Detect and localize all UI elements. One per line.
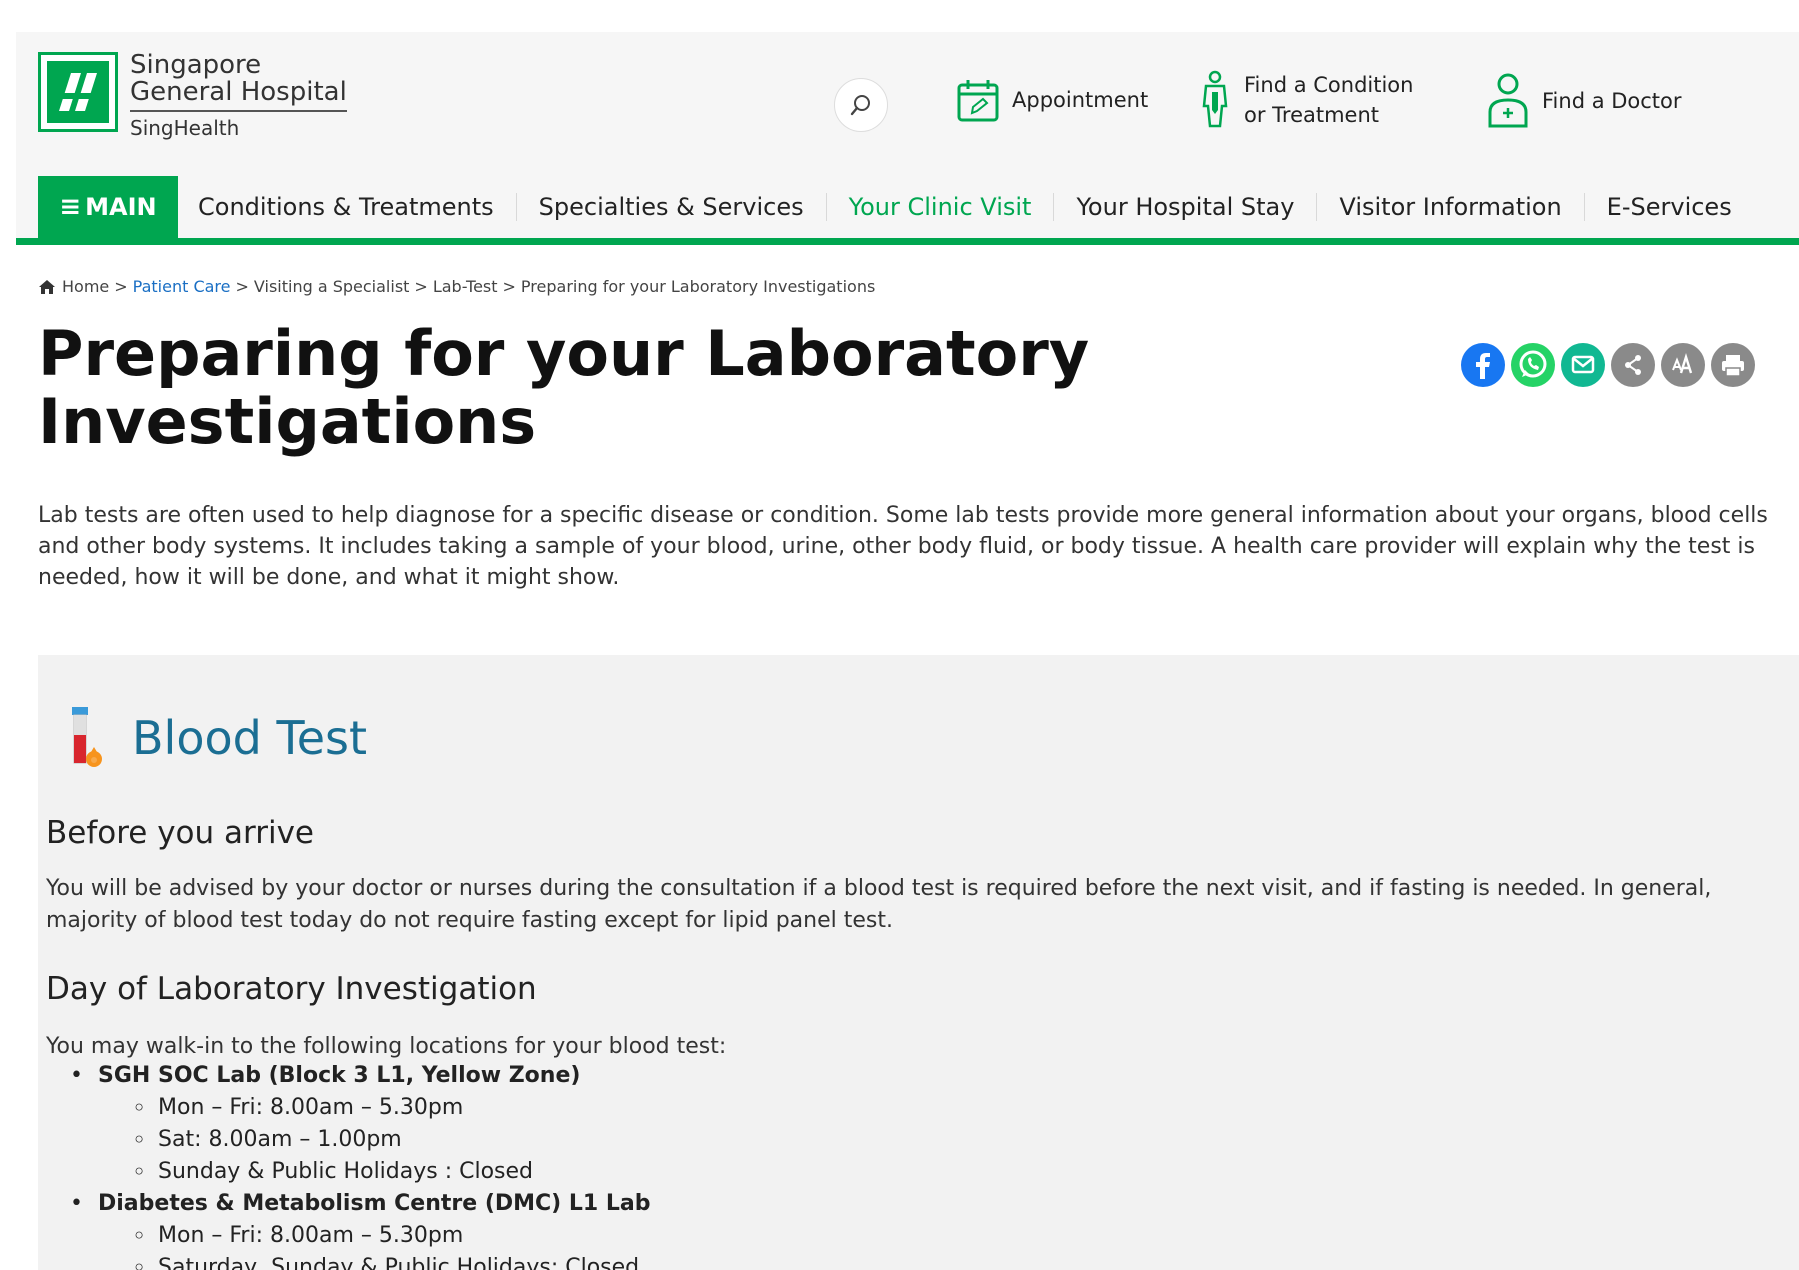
search-button[interactable] — [834, 78, 888, 132]
nav-item-conditions[interactable]: Conditions & Treatments — [198, 193, 516, 221]
location-list: SGH SOC Lab (Block 3 L1, Yellow Zone) Mo… — [60, 1060, 651, 1270]
find-doctor-link[interactable]: Find a Doctor — [1486, 72, 1682, 130]
appointment-label: Appointment — [1012, 87, 1149, 112]
breadcrumb-separator: > — [114, 277, 128, 296]
blood-test-title: Blood Test — [132, 711, 368, 765]
find-doctor-label: Find a Doctor — [1542, 88, 1682, 113]
breadcrumb-separator: > — [414, 277, 428, 296]
blood-test-tube-icon — [72, 707, 102, 767]
opening-hours: Mon – Fri: 8.00am – 5.30pm Sat: 8.00am –… — [98, 1092, 651, 1188]
location-name: Diabetes & Metabolism Centre (DMC) L1 La… — [98, 1191, 651, 1216]
logo-line-3: SingHealth — [130, 115, 240, 140]
search-icon — [850, 95, 870, 116]
header-bar: Singapore General Hospital SingHealth Ap… — [16, 32, 1799, 176]
list-item: SGH SOC Lab (Block 3 L1, Yellow Zone) Mo… — [60, 1060, 651, 1188]
breadcrumb-visiting-specialist[interactable]: Visiting a Specialist — [254, 277, 410, 296]
breadcrumb-current: Preparing for your Laboratory Investigat… — [520, 277, 876, 296]
page-title: Preparing for your Laboratory Investigat… — [38, 317, 1090, 458]
whatsapp-icon[interactable] — [1511, 343, 1555, 387]
day-of-investigation-text: You may walk-in to the following locatio… — [46, 1034, 727, 1059]
find-condition-link[interactable]: Find a Condition or Treatment — [1198, 70, 1413, 131]
breadcrumb-patient-care[interactable]: Patient Care — [133, 277, 231, 296]
main-nav: ≡ MAIN Conditions & Treatments Specialti… — [16, 176, 1799, 245]
hours-item: Mon – Fri: 8.00am – 5.30pm — [126, 1220, 651, 1252]
breadcrumb-home[interactable]: Home — [62, 277, 109, 296]
find-condition-label: Find a Condition or Treatment — [1244, 73, 1414, 128]
nav-item-visitor-info[interactable]: Visitor Information — [1316, 193, 1583, 221]
email-icon[interactable] — [1561, 343, 1605, 387]
hamburger-icon: ≡ — [59, 192, 82, 222]
breadcrumb-lab-test[interactable]: Lab-Test — [433, 277, 498, 296]
hospital-logo[interactable]: Singapore General Hospital SingHealth — [38, 50, 347, 140]
sgh-logo-icon — [38, 52, 118, 132]
breadcrumb-separator: > — [235, 277, 249, 296]
opening-hours: Mon – Fri: 8.00am – 5.30pm Saturday, Sun… — [98, 1220, 651, 1270]
share-icon[interactable] — [1611, 343, 1655, 387]
person-body-icon — [1202, 71, 1228, 128]
main-menu-button[interactable]: ≡ MAIN — [38, 176, 178, 238]
facebook-icon[interactable] — [1461, 343, 1505, 387]
home-icon — [39, 279, 55, 294]
before-you-arrive-text: You will be advised by your doctor or nu… — [46, 876, 1712, 933]
logo-line-2: General Hospital — [130, 79, 347, 112]
blood-test-panel: Blood Test Before you arrive You will be… — [38, 655, 1799, 1270]
nav-item-clinic-visit[interactable]: Your Clinic Visit — [825, 193, 1054, 221]
breadcrumb-separator: > — [502, 277, 516, 296]
font-size-icon[interactable] — [1661, 343, 1705, 387]
page: Singapore General Hospital SingHealth Ap… — [0, 0, 1799, 1270]
hours-item: Sunday & Public Holidays : Closed — [126, 1156, 651, 1188]
main-menu-label: MAIN — [85, 193, 157, 221]
print-icon[interactable] — [1711, 343, 1755, 387]
day-of-investigation-heading: Day of Laboratory Investigation — [46, 971, 537, 1007]
appointment-link[interactable]: Appointment — [956, 77, 1148, 123]
nav-item-hospital-stay[interactable]: Your Hospital Stay — [1053, 193, 1316, 221]
nav-items: Conditions & Treatments Specialties & Se… — [198, 176, 1754, 238]
nav-item-specialties[interactable]: Specialties & Services — [515, 193, 826, 221]
logo-line-1: Singapore — [130, 50, 262, 80]
calendar-icon — [957, 80, 999, 122]
share-toolbar — [1461, 343, 1761, 387]
hours-item: Sat: 8.00am – 1.00pm — [126, 1124, 651, 1156]
hours-item: Mon – Fri: 8.00am – 5.30pm — [126, 1092, 651, 1124]
list-item: Diabetes & Metabolism Centre (DMC) L1 La… — [60, 1188, 651, 1270]
breadcrumb: Home > Patient Care > Visiting a Special… — [38, 277, 875, 296]
doctor-icon — [1488, 73, 1528, 128]
location-name: SGH SOC Lab (Block 3 L1, Yellow Zone) — [98, 1063, 581, 1088]
intro-paragraph: Lab tests are often used to help diagnos… — [38, 503, 1768, 590]
blood-test-header: Blood Test — [70, 705, 367, 771]
nav-item-e-services[interactable]: E-Services — [1583, 193, 1754, 221]
hours-item: Saturday, Sunday & Public Holidays: Clos… — [126, 1252, 651, 1270]
before-you-arrive-heading: Before you arrive — [46, 815, 314, 851]
